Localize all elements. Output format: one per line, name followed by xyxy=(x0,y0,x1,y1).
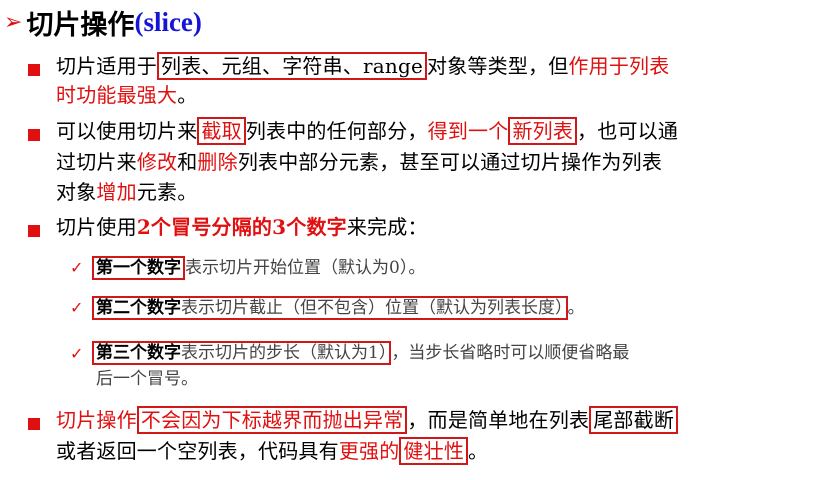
p4-boxed-no-exception: 不会因为下标越界而抛出异常 xyxy=(136,406,408,434)
square-bullet-icon xyxy=(28,418,40,430)
s3-box: 第三个数字表示切片的步长（默认为1） xyxy=(92,341,392,365)
p2-text-b: 列表中的任何部分， xyxy=(245,119,428,143)
s3-line2: 后一个冒号。 xyxy=(96,366,198,392)
slide-title: ➢ 切片操作 ( slice ) xyxy=(4,4,202,41)
p1-text-red: 作用于列表 xyxy=(568,54,670,78)
p2-line1: 可以使用切片来 截取 列表中的任何部分，得到一个 新列表 ，也可以通 xyxy=(56,116,678,146)
p4-boxed-robustness: 健壮性 xyxy=(399,437,469,465)
s1-boxed-label: 第一个数字 xyxy=(92,256,185,280)
s2-box: 第二个数字表示切片截止（但不包含）位置（默认为列表长度） xyxy=(92,296,568,320)
p1-text-a: 切片适用于 xyxy=(56,54,157,78)
p4-text-red: 切片操作 xyxy=(56,408,137,432)
s3-label: 第三个数字 xyxy=(96,343,181,363)
checkmark-icon: ✓ xyxy=(70,298,84,317)
p2-text-e: 过切片来 xyxy=(56,150,137,174)
title-open-paren: ( xyxy=(134,6,144,37)
square-bullet-icon xyxy=(28,225,40,237)
p3-text-red-bold: 2个冒号分隔的3个数字 xyxy=(136,215,347,239)
title-english: slice xyxy=(143,6,193,37)
arrow-bullet-icon: ➢ xyxy=(4,9,23,35)
p2-line3: 对象增加元素。 xyxy=(56,177,197,207)
s2-line: 第二个数字表示切片截止（但不包含）位置（默认为列表长度）。 xyxy=(92,295,585,321)
s3-cont: 后一个冒号。 xyxy=(96,369,198,389)
p2-text-d: ，也可以通 xyxy=(577,119,679,143)
p2-text-g: 列表中部分元素，甚至可以通过切片操作为列表 xyxy=(237,150,663,174)
p4-text-red-2: 更强的 xyxy=(338,439,400,463)
s1-after: 。 xyxy=(408,258,426,278)
p2-text-modify: 修改 xyxy=(136,150,178,174)
s2-label: 第二个数字 xyxy=(96,298,181,318)
title-chinese: 切片操作 xyxy=(26,9,135,41)
p2-text-f: 和 xyxy=(177,150,198,174)
p2-boxed-jiequ: 截取 xyxy=(197,117,246,145)
s3-line1: 第三个数字表示切片的步长（默认为1） ，当步长省略时可以顺便省略最 xyxy=(92,340,629,366)
s3-text: 表示切片的步长（默认为1） xyxy=(181,343,388,363)
p1-text-red-2: 时功能最强大 xyxy=(56,83,178,107)
p1-text-b: 对象等类型，但 xyxy=(427,54,569,78)
p1-boxed-types: 列表、元组、字符串、range xyxy=(157,52,428,80)
p3-text-c: 来完成： xyxy=(346,215,428,239)
square-bullet-icon xyxy=(28,129,40,141)
p4-line1: 切片操作 不会因为下标越界而抛出异常 ，而是简单地在列表 尾部截断 xyxy=(56,405,679,435)
p4-line2: 或者返回一个空列表，代码具有更强的 健壮性。 xyxy=(56,436,488,466)
checkmark-icon: ✓ xyxy=(70,258,84,277)
square-bullet-icon xyxy=(28,64,40,76)
p4-text-end: 。 xyxy=(468,439,489,463)
p3-text-a: 切片使用 xyxy=(56,215,137,239)
s1-line: 第一个数字 表示切片开始位置（默认为0）。 xyxy=(92,255,425,281)
p4-boxed-tail-truncate: 尾部截断 xyxy=(589,406,679,434)
p2-line2: 过切片来修改和删除列表中部分元素，甚至可以通过切片操作为列表 xyxy=(56,147,662,177)
p2-text-i: 元素。 xyxy=(136,180,198,204)
checkmark-icon: ✓ xyxy=(70,344,84,363)
p4-text-b: ，而是简单地在列表 xyxy=(407,408,590,432)
title-close-paren: ) xyxy=(192,6,202,37)
s2-after: 。 xyxy=(567,298,585,318)
p2-text-h: 对象 xyxy=(56,180,97,204)
p1-line2: 时功能最强大。 xyxy=(56,80,197,110)
p2-text-a: 可以使用切片来 xyxy=(56,119,198,143)
p2-text-add: 增加 xyxy=(96,180,137,204)
s3-after: ，当步长省略时可以顺便省略最 xyxy=(391,343,630,363)
p4-text-c: 或者返回一个空列表，代码具有 xyxy=(56,439,339,463)
p3-line: 切片使用2个冒号分隔的3个数字来完成： xyxy=(56,212,428,242)
p2-text-red: 得到一个 xyxy=(427,119,509,143)
p2-boxed-new-list: 新列表 xyxy=(508,117,578,145)
s1-text: 表示切片开始位置（默认为0） xyxy=(185,258,409,278)
p1-line1: 切片适用于 列表、元组、字符串、range 对象等类型，但作用于列表 xyxy=(56,51,669,81)
p2-text-delete: 删除 xyxy=(197,150,238,174)
s2-text: 表示切片截止（但不包含）位置（默认为列表长度） xyxy=(181,298,564,318)
p1-text-end: 。 xyxy=(177,83,198,107)
